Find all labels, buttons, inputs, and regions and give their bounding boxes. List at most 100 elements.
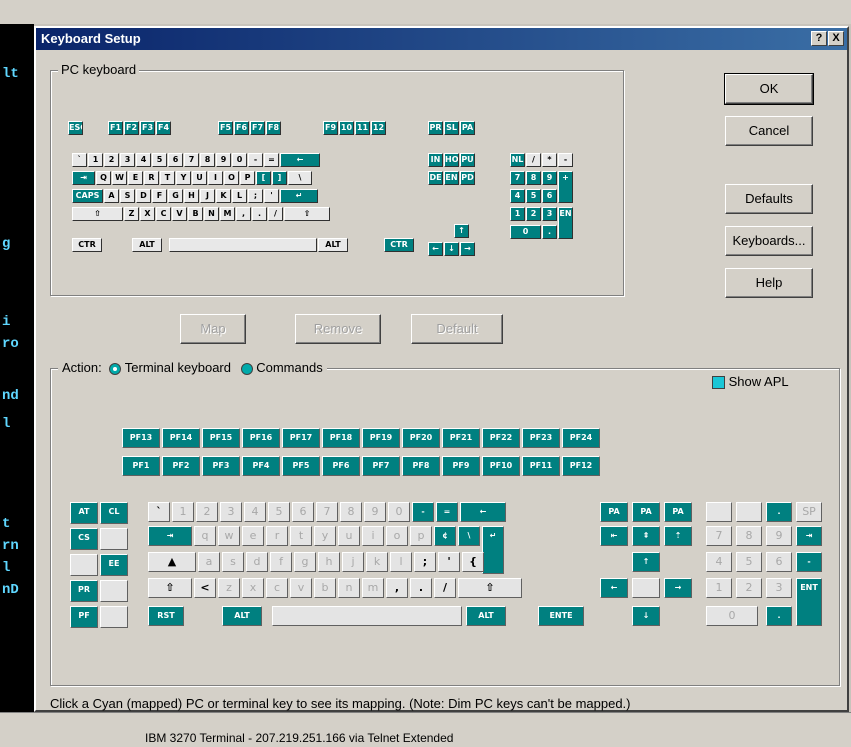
pc-key[interactable]: V bbox=[172, 207, 187, 221]
term-key[interactable]: CS bbox=[70, 528, 98, 550]
term-key[interactable]: c bbox=[266, 578, 288, 598]
term-key[interactable]: b bbox=[314, 578, 336, 598]
term-key[interactable]: ENTE bbox=[538, 606, 584, 626]
pc-key[interactable]: → bbox=[460, 242, 475, 256]
pc-key[interactable]: ALT bbox=[132, 238, 162, 252]
term-key[interactable]: ▲ bbox=[148, 552, 196, 572]
pc-key[interactable]: K bbox=[216, 189, 231, 203]
term-key[interactable]: d bbox=[246, 552, 268, 572]
term-key[interactable]: PA bbox=[664, 502, 692, 522]
term-key[interactable]: 5 bbox=[736, 552, 762, 572]
pc-key[interactable]: PA bbox=[460, 121, 475, 135]
term-key[interactable] bbox=[100, 606, 128, 628]
pc-key[interactable]: 12 bbox=[371, 121, 386, 135]
pc-key[interactable]: M bbox=[220, 207, 235, 221]
term-key[interactable]: z bbox=[218, 578, 240, 598]
pc-key[interactable]: F bbox=[152, 189, 167, 203]
pc-key[interactable]: J bbox=[200, 189, 215, 203]
pf-key[interactable]: PF15 bbox=[202, 428, 240, 448]
pc-key[interactable]: ' bbox=[264, 189, 279, 203]
term-key[interactable]: t bbox=[290, 526, 312, 546]
term-key[interactable]: . bbox=[766, 606, 792, 626]
term-key[interactable]: k bbox=[366, 552, 388, 572]
pc-key[interactable]: H bbox=[184, 189, 199, 203]
pc-key[interactable]: ⇧ bbox=[72, 207, 123, 221]
term-key[interactable]: 8 bbox=[340, 502, 362, 522]
term-key[interactable] bbox=[272, 606, 462, 626]
pc-key[interactable]: EN bbox=[444, 171, 459, 185]
term-key[interactable]: 9 bbox=[364, 502, 386, 522]
pc-key[interactable]: X bbox=[140, 207, 155, 221]
pf-key[interactable]: PF5 bbox=[282, 456, 320, 476]
pc-key[interactable]: = bbox=[264, 153, 279, 167]
term-key[interactable]: \ bbox=[458, 526, 480, 546]
term-key[interactable]: v bbox=[290, 578, 312, 598]
pc-key[interactable]: 10 bbox=[339, 121, 354, 135]
term-key[interactable]: 6 bbox=[766, 552, 792, 572]
term-key[interactable]: ⇡ bbox=[664, 526, 692, 546]
pc-key[interactable]: 9 bbox=[542, 171, 557, 185]
default-button[interactable]: Default bbox=[411, 314, 503, 344]
term-key[interactable]: AT bbox=[70, 502, 98, 524]
term-key[interactable]: m bbox=[362, 578, 384, 598]
pc-key[interactable]: F2 bbox=[124, 121, 139, 135]
term-key[interactable]: / bbox=[434, 578, 456, 598]
commands-radio[interactable] bbox=[240, 362, 253, 375]
term-key[interactable]: ⇞ bbox=[632, 526, 660, 546]
pc-key[interactable]: R bbox=[144, 171, 159, 185]
pf-key[interactable]: PF11 bbox=[522, 456, 560, 476]
pc-key[interactable]: CTR bbox=[384, 238, 414, 252]
pc-key[interactable]: F5 bbox=[218, 121, 233, 135]
pc-key[interactable]: ↵ bbox=[280, 189, 318, 203]
pf-key[interactable]: PF23 bbox=[522, 428, 560, 448]
pc-key[interactable]: F6 bbox=[234, 121, 249, 135]
pf-key[interactable]: PF18 bbox=[322, 428, 360, 448]
pc-key[interactable]: T bbox=[160, 171, 175, 185]
pc-key[interactable]: ⇧ bbox=[284, 207, 330, 221]
pc-key[interactable]: L bbox=[232, 189, 247, 203]
term-key[interactable]: . bbox=[410, 578, 432, 598]
term-key[interactable]: ¢ bbox=[434, 526, 456, 546]
pc-key[interactable]: / bbox=[526, 153, 541, 167]
term-key[interactable]: ⇥ bbox=[148, 526, 192, 546]
pc-key[interactable]: 3 bbox=[542, 207, 557, 221]
pc-key[interactable]: \ bbox=[288, 171, 312, 185]
term-key[interactable]: i bbox=[362, 526, 384, 546]
terminal-keyboard-radio[interactable] bbox=[109, 362, 122, 375]
pc-key[interactable]: . bbox=[542, 225, 557, 239]
term-key[interactable]: p bbox=[410, 526, 432, 546]
term-key[interactable]: y bbox=[314, 526, 336, 546]
ok-button[interactable]: OK bbox=[724, 73, 814, 105]
term-key[interactable]: h bbox=[318, 552, 340, 572]
pc-key[interactable]: + bbox=[558, 171, 573, 203]
term-key[interactable]: { bbox=[462, 552, 484, 572]
pf-key[interactable]: PF13 bbox=[122, 428, 160, 448]
term-key[interactable]: l bbox=[390, 552, 412, 572]
pc-key[interactable]: PD bbox=[460, 171, 475, 185]
pc-key[interactable]: , bbox=[236, 207, 251, 221]
pc-key[interactable]: ALT bbox=[318, 238, 348, 252]
pc-key[interactable] bbox=[169, 238, 317, 252]
pc-key[interactable]: / bbox=[268, 207, 283, 221]
pc-key[interactable]: 5 bbox=[152, 153, 167, 167]
term-key[interactable] bbox=[100, 528, 128, 550]
term-key[interactable]: 4 bbox=[706, 552, 732, 572]
pf-key[interactable]: PF17 bbox=[282, 428, 320, 448]
term-key[interactable]: PF bbox=[70, 606, 98, 628]
term-key[interactable]: ↵ bbox=[482, 526, 504, 574]
pf-key[interactable]: PF10 bbox=[482, 456, 520, 476]
term-key[interactable]: 9 bbox=[766, 526, 792, 546]
pc-key[interactable]: 3 bbox=[120, 153, 135, 167]
term-key[interactable]: r bbox=[266, 526, 288, 546]
close-button[interactable]: X bbox=[828, 31, 844, 46]
pc-key[interactable]: ` bbox=[72, 153, 87, 167]
term-key[interactable]: w bbox=[218, 526, 240, 546]
pc-key[interactable]: O bbox=[224, 171, 239, 185]
pf-key[interactable]: PF4 bbox=[242, 456, 280, 476]
pc-key[interactable]: 2 bbox=[526, 207, 541, 221]
defaults-button[interactable]: Defaults bbox=[725, 184, 813, 214]
pc-key[interactable]: - bbox=[558, 153, 573, 167]
pc-key[interactable]: ] bbox=[272, 171, 287, 185]
pc-key[interactable]: 8 bbox=[526, 171, 541, 185]
pf-key[interactable]: PF1 bbox=[122, 456, 160, 476]
